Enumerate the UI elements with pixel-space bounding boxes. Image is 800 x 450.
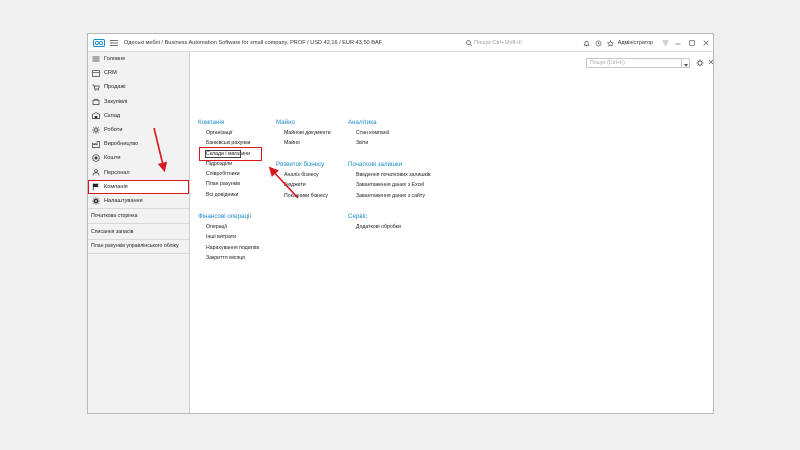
link-business-analysis[interactable]: Аналіз бізнесу — [276, 170, 328, 180]
title-bar-right: Адміністратор — [581, 34, 713, 52]
sidebar-item-label: Налаштування — [104, 197, 143, 204]
sidebar-item-company[interactable]: Компанія — [88, 179, 189, 194]
production-icon — [91, 139, 101, 149]
link-warehouses-stores[interactable]: Склади і магазини — [198, 149, 250, 159]
section-title[interactable]: Компанія — [198, 118, 250, 128]
link-operations[interactable]: Операції — [198, 222, 259, 232]
sidebar-item-label: Кошти — [104, 155, 121, 162]
search-icon — [466, 40, 472, 46]
link-import-excel[interactable]: Завантаження даних з Excel — [348, 180, 431, 190]
global-search-placeholder: Пошук Ctrl+Shift+F — [474, 40, 523, 46]
sidebar-item-label: CRM — [104, 70, 117, 77]
sidebar-link-chart-of-accounts[interactable]: План рахунків управлінського обліку — [88, 238, 189, 254]
staff-icon — [91, 168, 101, 178]
hamburger-menu-icon[interactable] — [109, 39, 118, 47]
sidebar-item-home[interactable]: Головне — [88, 52, 189, 66]
sidebar-item-warehouse[interactable]: Склад — [88, 109, 189, 123]
link-organizations[interactable]: Організації — [198, 128, 250, 138]
link-bank-accounts[interactable]: Банківські рахунки — [198, 138, 250, 148]
purchases-icon — [91, 97, 101, 107]
sidebar-item-label: Склад — [104, 112, 121, 119]
section-finance: Фінансові операції Операції Інші витрати… — [198, 212, 259, 263]
link-tax-accrual[interactable]: Нарахування податків — [198, 243, 259, 253]
maximize-icon[interactable] — [685, 34, 699, 52]
section-service: Сервіс Додаткові обробки — [348, 212, 401, 232]
panel-search-placeholder: Пошук (Ctrl+F) — [590, 60, 625, 66]
app-window: Одеські меблі / Business Automation Soft… — [87, 33, 714, 414]
gear-icon — [696, 54, 704, 72]
sidebar-item-sales[interactable]: Продажі — [88, 80, 189, 94]
section-title[interactable]: Майно — [276, 118, 331, 128]
sidebar-item-money[interactable]: Кошти — [88, 151, 189, 165]
link-enter-initial-balances[interactable]: Введення початкових залишків — [348, 170, 431, 180]
title-bar: Одеські меблі / Business Automation Soft… — [88, 34, 713, 52]
sidebar-item-purchases[interactable]: Закупівлі — [88, 95, 189, 109]
sidebar-item-label: Продажі — [104, 84, 126, 91]
sidebar-item-label: Персонал — [104, 169, 130, 176]
filter-icon[interactable] — [659, 34, 671, 52]
sidebar-item-production[interactable]: Виробництво — [88, 137, 189, 151]
link-other-expenses[interactable]: Інші витрати — [198, 232, 259, 242]
sidebar-link-home-page[interactable]: Початкова сторінка — [88, 208, 189, 224]
link-budgets[interactable]: Бюджети — [276, 180, 328, 190]
minimize-icon[interactable] — [671, 34, 685, 52]
link-company-state[interactable]: Стан компанії — [348, 128, 389, 138]
works-icon — [91, 125, 101, 135]
sidebar-item-label: Роботи — [104, 127, 123, 134]
sidebar-item-staff[interactable]: Персонал — [88, 166, 189, 180]
section-title[interactable]: Фінансові операції — [198, 212, 259, 222]
sidebar-link-write-off[interactable]: Списання запасів — [88, 223, 189, 239]
sidebar: Головне CRM Продажі Закупівлі Склад Робо… — [88, 52, 190, 413]
money-icon — [91, 153, 101, 163]
flag-icon — [91, 182, 101, 192]
main-panel: Пошук (Ctrl+F) Компанія Організації Банк… — [190, 52, 713, 413]
panel-search-input[interactable]: Пошук (Ctrl+F) — [586, 58, 682, 68]
link-departments[interactable]: Підрозділи — [198, 159, 250, 169]
gear-icon — [91, 196, 101, 206]
section-title[interactable]: Початкові залишки — [348, 160, 431, 170]
section-analytics: Аналітика Стан компанії Звіти — [348, 118, 389, 149]
star-icon[interactable] — [605, 34, 617, 52]
link-month-closing[interactable]: Закриття місяця — [198, 253, 259, 263]
section-title[interactable]: Сервіс — [348, 212, 401, 222]
sidebar-item-label: Виробництво — [104, 141, 139, 148]
app-logo-icon — [93, 38, 105, 47]
link-employees[interactable]: Співробітники — [198, 169, 250, 179]
sales-icon — [91, 82, 101, 92]
link-reports[interactable]: Звіти — [348, 138, 389, 148]
warehouse-icon — [91, 111, 101, 121]
link-all-catalogs[interactable]: Всі довідники — [198, 190, 250, 200]
chevron-down-icon — [683, 54, 688, 72]
close-icon — [708, 59, 713, 67]
window-title: Одеські меблі / Business Automation Soft… — [124, 39, 383, 46]
link-property[interactable]: Майно — [276, 138, 331, 148]
section-company: Компанія Організації Банківські рахунки … — [198, 118, 250, 200]
panel-settings-button[interactable] — [695, 58, 705, 68]
panel-close-button[interactable] — [707, 58, 713, 68]
link-chart-of-accounts[interactable]: План рахунків — [198, 179, 250, 189]
section-property: Майно Майнові документи Майно — [276, 118, 331, 149]
sidebar-item-label: Компанія — [104, 183, 128, 190]
sidebar-item-crm[interactable]: CRM — [88, 66, 189, 80]
home-icon — [91, 54, 101, 64]
sidebar-item-works[interactable]: Роботи — [88, 123, 189, 137]
close-window-icon[interactable] — [699, 34, 713, 52]
section-initial-balances: Початкові залишки Введення початкових за… — [348, 160, 431, 201]
sidebar-item-label: Закупівлі — [104, 98, 128, 105]
crm-icon — [91, 68, 101, 78]
link-import-site[interactable]: Завантаження даних з сайту — [348, 191, 431, 201]
section-business-development: Розвиток бізнесу Аналіз бізнесу Бюджети … — [276, 160, 328, 201]
sidebar-item-settings[interactable]: Налаштування — [88, 194, 189, 208]
search-dropdown-button[interactable] — [682, 58, 690, 68]
bell-icon[interactable] — [581, 34, 593, 52]
history-icon[interactable] — [593, 34, 605, 52]
link-property-documents[interactable]: Майнові документи — [276, 128, 331, 138]
section-title[interactable]: Аналітика — [348, 118, 389, 128]
sidebar-item-label: Головне — [104, 56, 126, 63]
link-additional-processing[interactable]: Додаткові обробки — [348, 222, 401, 232]
section-title[interactable]: Розвиток бізнесу — [276, 160, 328, 170]
link-business-indicators[interactable]: Показники бізнесу — [276, 191, 328, 201]
global-search-input[interactable]: Пошук Ctrl+Shift+F — [466, 38, 576, 48]
user-name[interactable]: Адміністратор — [618, 40, 653, 46]
